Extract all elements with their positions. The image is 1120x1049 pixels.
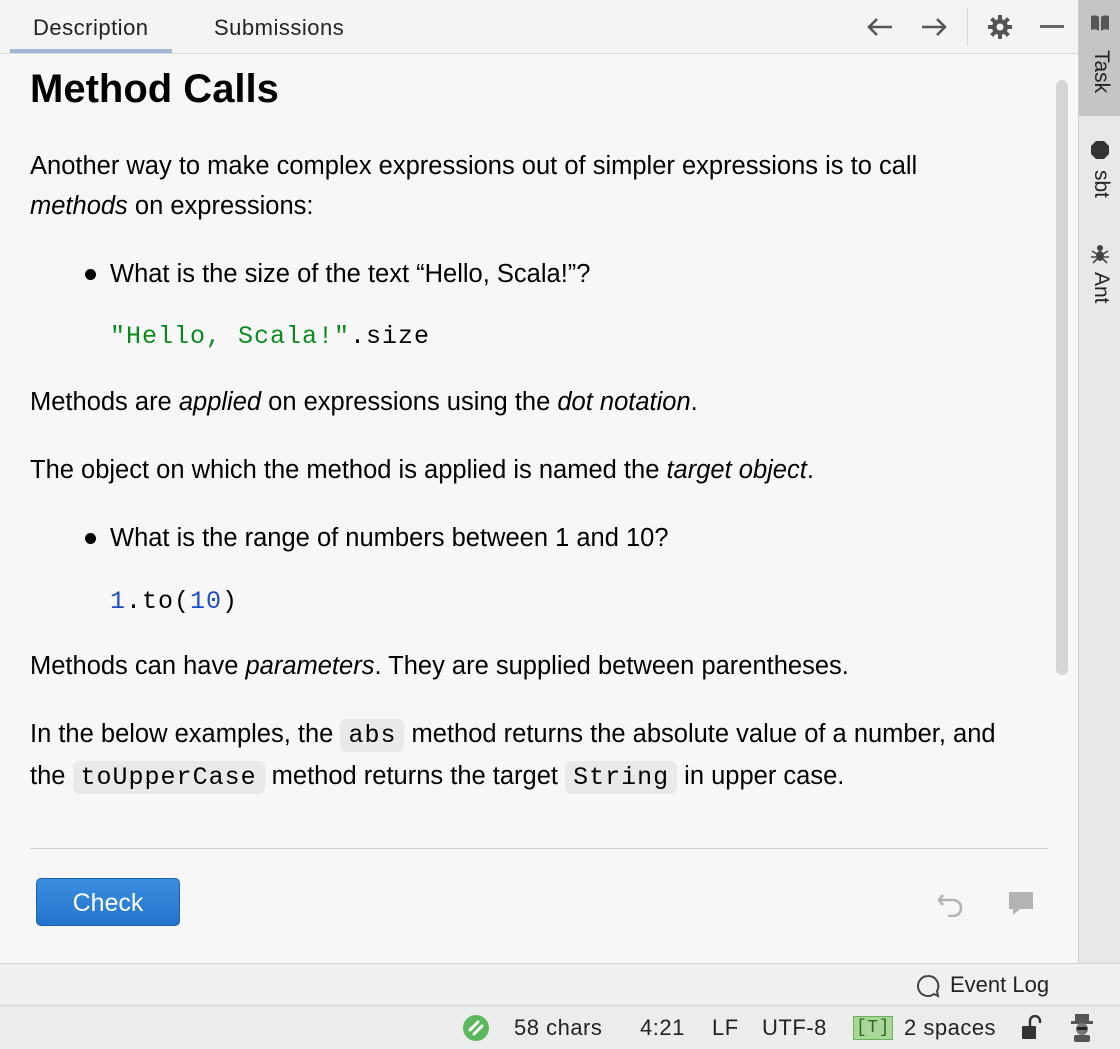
- inline-code: toUpperCase: [72, 761, 265, 794]
- speech-bubble-icon: [916, 974, 940, 1003]
- status-bar: 58 chars 4:21 LF UTF-8 [T] 2 spaces: [0, 1005, 1120, 1049]
- bullet-dot: [85, 269, 96, 280]
- emphasis: target object: [666, 456, 807, 484]
- text: method returns the target: [264, 762, 566, 790]
- tab-description[interactable]: Description: [10, 0, 172, 53]
- inline-code: abs: [340, 719, 405, 752]
- line-separator[interactable]: LF: [712, 1006, 739, 1049]
- text: Methods are: [30, 388, 179, 416]
- text: in upper case.: [677, 762, 845, 790]
- text: on expressions using the: [261, 388, 558, 416]
- code-text: .size: [350, 322, 431, 351]
- divider: [30, 848, 1048, 849]
- sbt-tool-label: sbt: [1090, 170, 1113, 199]
- code-text: .to(: [126, 587, 191, 616]
- bullet-item: What is the range of numbers between 1 a…: [110, 524, 669, 552]
- right-tool-strip: Task sbt Ant: [1078, 0, 1120, 963]
- intro-paragraph: Another way to make complex expressions …: [30, 146, 1020, 226]
- comment-icon[interactable]: [1003, 886, 1039, 922]
- code-text: ): [222, 587, 239, 616]
- bullet-item: What is the size of the text “Hello, Sca…: [110, 260, 591, 288]
- text: The object on which the method is applie…: [30, 456, 667, 484]
- scrollbar[interactable]: [1056, 80, 1068, 675]
- page-title: Method Calls: [30, 67, 279, 111]
- cursor-position[interactable]: 4:21: [640, 1006, 685, 1049]
- text: Another way to make complex expressions …: [30, 152, 918, 180]
- emphasis: dot notation: [557, 388, 691, 416]
- file-encoding[interactable]: UTF-8: [762, 1006, 827, 1049]
- code-number: 10: [190, 587, 223, 616]
- text: .: [806, 456, 814, 484]
- inspector-icon[interactable]: [1068, 1013, 1096, 1049]
- type-badge[interactable]: [T]: [853, 1016, 893, 1040]
- text: .: [690, 388, 698, 416]
- book-icon: [1090, 14, 1110, 37]
- task-description-panel: Description Submissions Method Calls Ano…: [0, 0, 1078, 963]
- ant-icon: [1090, 242, 1110, 269]
- event-log-button[interactable]: Event Log: [950, 964, 1049, 1006]
- task-tool-label: Task: [1090, 50, 1113, 94]
- sbt-tool-button[interactable]: sbt: [1079, 128, 1120, 218]
- sbt-icon: [1090, 140, 1110, 165]
- task-tool-button[interactable]: Task: [1079, 0, 1120, 116]
- gear-icon[interactable]: [983, 10, 1017, 44]
- code-block: "Hello, Scala!".size: [110, 317, 430, 357]
- arrow-right-icon[interactable]: [917, 10, 951, 44]
- check-button[interactable]: Check: [36, 878, 180, 926]
- emphasis: applied: [178, 388, 262, 416]
- inline-code: String: [565, 761, 678, 794]
- paragraph: Methods are applied on expressions using…: [30, 382, 1020, 422]
- sync-status-icon[interactable]: [462, 1014, 490, 1048]
- code-block: 1.to(10): [110, 582, 238, 622]
- code-number: 1: [110, 587, 127, 616]
- tab-submissions[interactable]: Submissions: [214, 0, 344, 53]
- text: In the below examples, the: [30, 720, 341, 748]
- paragraph: Methods can have parameters. They are su…: [30, 646, 1020, 686]
- tab-bar: Description Submissions: [0, 0, 1078, 54]
- code-string: "Hello, Scala!": [110, 322, 351, 351]
- text: Methods can have: [30, 652, 246, 680]
- bullet-dot: [85, 533, 96, 544]
- text: on expressions:: [127, 192, 314, 220]
- text: . They are supplied between parentheses.: [374, 652, 849, 680]
- emphasis: methods: [30, 192, 128, 220]
- arrow-left-icon[interactable]: [863, 10, 897, 44]
- ant-tool-button[interactable]: Ant: [1079, 236, 1120, 326]
- event-log-bar: Event Log: [0, 963, 1120, 1006]
- emphasis: parameters: [245, 652, 375, 680]
- paragraph: The object on which the method is applie…: [30, 450, 1020, 490]
- minimize-icon[interactable]: [1035, 10, 1069, 44]
- undo-icon[interactable]: [933, 886, 969, 922]
- task-content: Method Calls Another way to make complex…: [30, 53, 1030, 848]
- unlock-icon[interactable]: [1020, 1014, 1044, 1047]
- ant-tool-label: Ant: [1090, 272, 1113, 304]
- paragraph: In the below examples, the abs method re…: [30, 714, 1015, 798]
- char-count[interactable]: 58 chars: [514, 1006, 602, 1049]
- toolbar-separator: [967, 8, 968, 46]
- indent-setting[interactable]: 2 spaces: [904, 1006, 996, 1049]
